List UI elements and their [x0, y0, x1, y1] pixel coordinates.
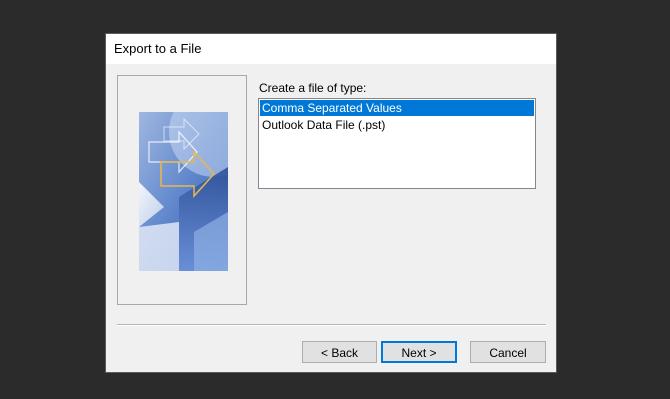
list-item-csv[interactable]: Comma Separated Values: [260, 100, 534, 116]
back-button[interactable]: < Back: [302, 341, 377, 363]
next-button[interactable]: Next >: [381, 341, 457, 363]
export-dialog: Export to a File Create a file of type: …: [105, 33, 557, 373]
divider: [117, 324, 546, 326]
wizard-image-panel: [117, 75, 247, 305]
export-wizard-art-icon: [139, 112, 228, 271]
cancel-button[interactable]: Cancel: [470, 341, 546, 363]
list-item-pst[interactable]: Outlook Data File (.pst): [260, 117, 534, 133]
dialog-title: Export to a File: [114, 41, 202, 56]
file-type-label: Create a file of type:: [259, 81, 367, 95]
title-bar: Export to a File: [106, 34, 556, 64]
file-type-list[interactable]: Comma Separated Values Outlook Data File…: [258, 98, 536, 189]
